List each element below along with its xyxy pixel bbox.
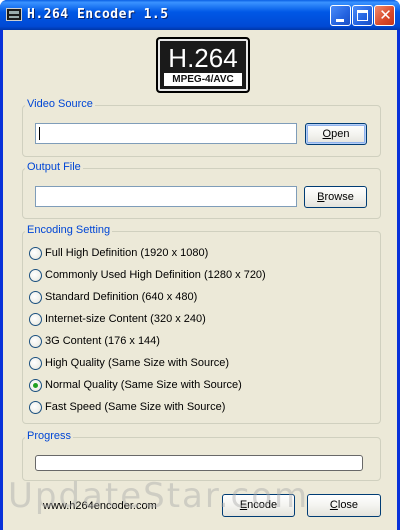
video-source-input[interactable] <box>35 123 297 144</box>
output-file-input[interactable] <box>35 186 297 207</box>
browse-button-label: rowse <box>324 191 354 203</box>
radio-button[interactable] <box>29 268 42 282</box>
minimize-icon <box>336 19 344 22</box>
close-window-button[interactable]: ✕ <box>374 5 395 26</box>
encoding-option-label: 3G Content (176 x 144) <box>45 335 160 347</box>
maximize-icon <box>357 10 368 21</box>
radio-button[interactable] <box>29 312 42 326</box>
encoding-option[interactable]: Normal Quality (Same Size with Source) <box>29 377 242 393</box>
radio-button[interactable] <box>29 290 42 304</box>
radio-button[interactable] <box>29 400 42 414</box>
title-bar[interactable]: H.264 Encoder 1.5 ✕ <box>0 0 400 30</box>
maximize-button[interactable] <box>352 5 373 26</box>
encoding-option[interactable]: Commonly Used High Definition (1280 x 72… <box>29 267 266 283</box>
video-source-label: Video Source <box>25 98 95 110</box>
app-window: H.264 Encoder 1.5 ✕ H.264 MPEG-4/AVC Vid… <box>0 0 400 530</box>
website-link[interactable]: www.h264encoder.com <box>43 500 157 512</box>
encoding-option[interactable]: Fast Speed (Same Size with Source) <box>29 399 225 415</box>
progress-bar <box>35 455 363 471</box>
radio-button[interactable] <box>29 334 42 348</box>
dialog-body: H.264 MPEG-4/AVC Video Source Open Outpu… <box>3 30 397 530</box>
logo-main-text: H.264 <box>168 43 238 73</box>
output-file-label: Output File <box>25 161 83 173</box>
encoding-option[interactable]: Internet-size Content (320 x 240) <box>29 311 206 327</box>
encoding-option-label: Commonly Used High Definition (1280 x 72… <box>45 269 266 281</box>
encode-button-label: ncode <box>247 499 278 511</box>
open-button-mnemonic: O <box>322 128 332 140</box>
minimize-button[interactable] <box>330 5 351 26</box>
close-button[interactable]: Close <box>307 494 381 517</box>
radio-button[interactable] <box>29 246 42 260</box>
text-caret <box>39 127 40 140</box>
open-button[interactable]: Open <box>305 123 367 145</box>
encoding-option[interactable]: 3G Content (176 x 144) <box>29 333 160 349</box>
encoding-option-label: High Quality (Same Size with Source) <box>45 357 230 369</box>
open-button-label: pen <box>331 128 350 140</box>
encoding-option[interactable]: High Quality (Same Size with Source) <box>29 355 229 371</box>
encoding-option-label: Standard Definition (640 x 480) <box>45 291 198 303</box>
encoding-option[interactable]: Full High Definition (1920 x 1080) <box>29 245 208 261</box>
close-icon: ✕ <box>379 6 392 24</box>
h264-logo: H.264 MPEG-4/AVC <box>156 37 250 93</box>
encoding-option-label: Normal Quality (Same Size with Source) <box>45 379 242 391</box>
radio-button[interactable] <box>29 378 42 392</box>
browse-button[interactable]: Browse <box>304 186 367 208</box>
window-title: H.264 Encoder 1.5 <box>27 7 169 22</box>
encoding-option-label: Internet-size Content (320 x 240) <box>45 313 206 325</box>
encoding-setting-label: Encoding Setting <box>25 224 113 236</box>
radio-button[interactable] <box>29 356 42 370</box>
encoding-option-label: Fast Speed (Same Size with Source) <box>45 401 226 413</box>
app-icon[interactable] <box>6 8 22 21</box>
browse-button-mnemonic: B <box>317 191 325 203</box>
progress-label: Progress <box>25 430 74 442</box>
encode-button[interactable]: Encode <box>222 494 295 517</box>
encoding-option-label: Full High Definition (1920 x 1080) <box>45 247 209 259</box>
logo-sub-text: MPEG-4/AVC <box>164 73 242 86</box>
close-button-mnemonic: C <box>329 499 338 511</box>
encoding-option[interactable]: Standard Definition (640 x 480) <box>29 289 197 305</box>
close-button-label: lose <box>337 499 359 511</box>
